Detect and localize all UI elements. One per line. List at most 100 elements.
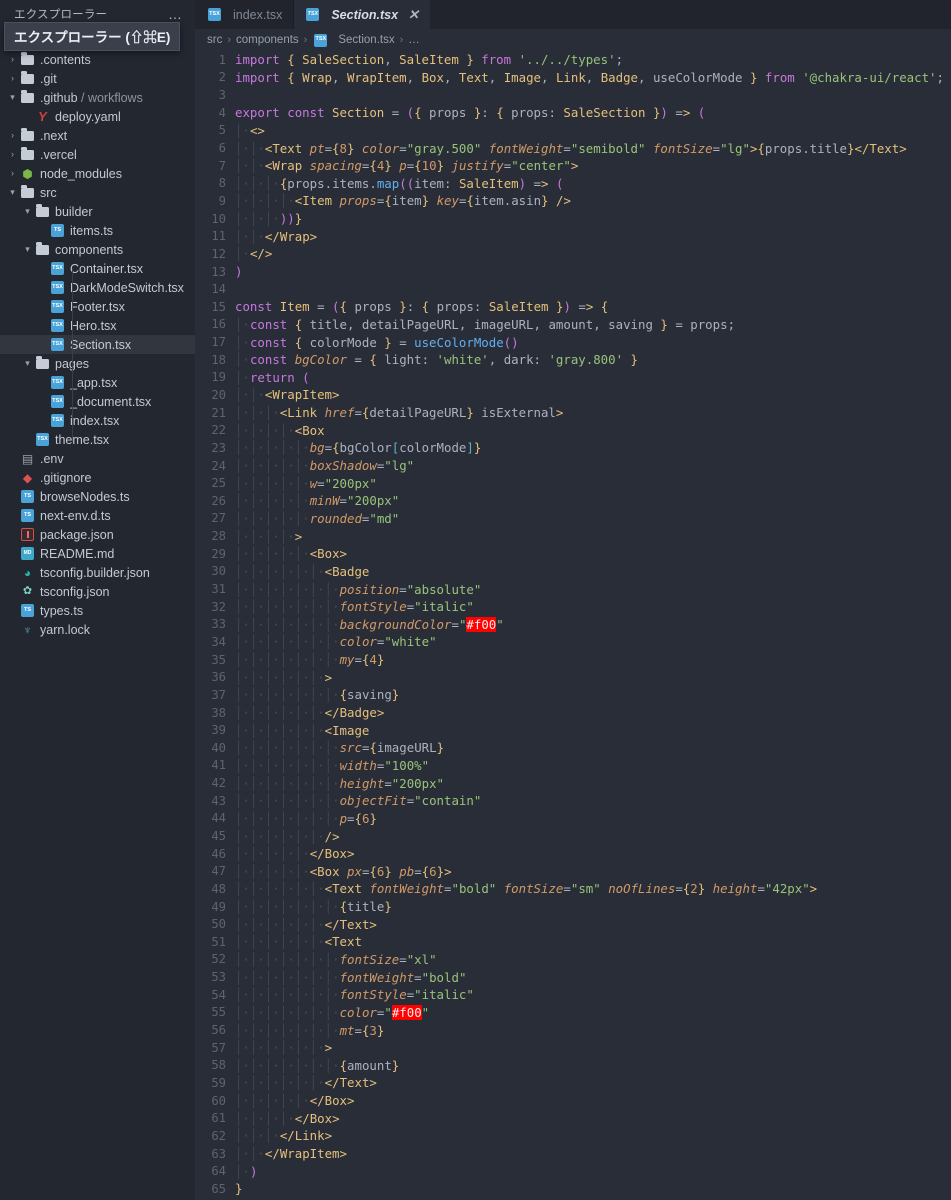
- breadcrumb-part[interactable]: components: [236, 34, 299, 46]
- tree-item--gitignore[interactable]: ◆ .gitignore: [0, 468, 195, 487]
- tree-item-footer-tsx[interactable]: TSX Footer.tsx: [0, 297, 195, 316]
- code-line[interactable]: 42 │·│·│·│·│·│·│·height="200px": [195, 774, 951, 792]
- chevron-down-icon[interactable]: ▾: [6, 183, 19, 202]
- code-line[interactable]: 52 │·│·│·│·│·│·│·fontSize="xl": [195, 951, 951, 969]
- code-line[interactable]: 62 │·│·│·</Link>: [195, 1127, 951, 1145]
- breadcrumb-part[interactable]: …: [408, 34, 420, 46]
- code-line[interactable]: 8 │·│·│·{props.items.map((item: SaleItem)…: [195, 174, 951, 192]
- code-line[interactable]: 27 │·│·│·│·│·rounded="md": [195, 510, 951, 528]
- tree-item-tsconfig-builder-json[interactable]: ◕ tsconfig.builder.json: [0, 563, 195, 582]
- chevron-right-icon[interactable]: ›: [6, 126, 19, 145]
- tree-item-items-ts[interactable]: TS items.ts: [0, 221, 195, 240]
- code-line[interactable]: 25 │·│·│·│·│·w="200px": [195, 474, 951, 492]
- tree-item--app-tsx[interactable]: TSX _app.tsx: [0, 373, 195, 392]
- code-line[interactable]: 21 │·│·│·<Link href={detailPageURL} isExt…: [195, 404, 951, 422]
- code-line[interactable]: 40 │·│·│·│·│·│·│·src={imageURL}: [195, 739, 951, 757]
- code-line[interactable]: 17 │·const { colorMode } = useColorMode(): [195, 333, 951, 351]
- code-line[interactable]: 5 │·<>: [195, 122, 951, 140]
- code-line[interactable]: 22 │·│·│·│·<Box: [195, 421, 951, 439]
- chevron-right-icon[interactable]: ›: [6, 145, 19, 164]
- code-line[interactable]: 38 │·│·│·│·│·│·</Badge>: [195, 704, 951, 722]
- tree-item-readme-md[interactable]: MD README.md: [0, 544, 195, 563]
- code-line[interactable]: 46 │·│·│·│·│·</Box>: [195, 845, 951, 863]
- code-line[interactable]: 56 │·│·│·│·│·│·│·mt={3}: [195, 1021, 951, 1039]
- code-line[interactable]: 37 │·│·│·│·│·│·│·{saving}: [195, 686, 951, 704]
- code-line[interactable]: 43 │·│·│·│·│·│·│·objectFit="contain": [195, 792, 951, 810]
- tree-item-builder[interactable]: ▾ builder: [0, 202, 195, 221]
- code-line[interactable]: 2 import { Wrap, WrapItem, Box, Text, Ima…: [195, 69, 951, 87]
- tree-item--git[interactable]: › .git: [0, 69, 195, 88]
- tree-item-tsconfig-json[interactable]: ✿ tsconfig.json: [0, 582, 195, 601]
- code-line[interactable]: 28 │·│·│·│·>: [195, 527, 951, 545]
- tree-item-deploy-yaml[interactable]: Ydeploy.yaml: [0, 107, 195, 126]
- tree-item--env[interactable]: ▤ .env: [0, 449, 195, 468]
- tree-item-darkmodeswitch-tsx[interactable]: TSX DarkModeSwitch.tsx: [0, 278, 195, 297]
- code-editor[interactable]: 1 import { SaleSection, SaleItem } from '…: [195, 51, 951, 1200]
- chevron-right-icon[interactable]: ›: [6, 50, 19, 69]
- code-line[interactable]: 33 │·│·│·│·│·│·│·backgroundColor="#f00": [195, 616, 951, 634]
- close-icon[interactable]: ✕: [408, 8, 419, 21]
- tree-item-hero-tsx[interactable]: TSX Hero.tsx: [0, 316, 195, 335]
- code-line[interactable]: 59 │·│·│·│·│·│·</Text>: [195, 1074, 951, 1092]
- tree-item-node-modules[interactable]: › ⬢ node_modules: [0, 164, 195, 183]
- code-line[interactable]: 60 │·│·│·│·│·</Box>: [195, 1092, 951, 1110]
- code-line[interactable]: 48 │·│·│·│·│·│·<Text fontWeight="bold" fo…: [195, 880, 951, 898]
- code-line[interactable]: 9 │·│·│·│·<Item props={item} key={item.as…: [195, 192, 951, 210]
- code-line[interactable]: 54 │·│·│·│·│·│·│·fontStyle="italic": [195, 986, 951, 1004]
- code-line[interactable]: 18 │·const bgColor = { light: 'white', da…: [195, 351, 951, 369]
- code-line[interactable]: 58 │·│·│·│·│·│·│·{amount}: [195, 1057, 951, 1075]
- code-line[interactable]: 64 │·): [195, 1162, 951, 1180]
- code-line[interactable]: 36 │·│·│·│·│·│·>: [195, 668, 951, 686]
- tree-item-yarn-lock[interactable]: ♆ yarn.lock: [0, 620, 195, 639]
- tree-item-index-tsx[interactable]: TSX index.tsx: [0, 411, 195, 430]
- code-line[interactable]: 53 │·│·│·│·│·│·│·fontWeight="bold": [195, 968, 951, 986]
- breadcrumb-part[interactable]: Section.tsx: [338, 34, 394, 46]
- code-line[interactable]: 50 │·│·│·│·│·│·</Text>: [195, 915, 951, 933]
- code-line[interactable]: 61 │·│·│·│·</Box>: [195, 1109, 951, 1127]
- tree-item-theme-tsx[interactable]: TSX theme.tsx: [0, 430, 195, 449]
- code-line[interactable]: 44 │·│·│·│·│·│·│·p={6}: [195, 810, 951, 828]
- code-line[interactable]: 47 │·│·│·│·│·<Box px={6} pb={6}>: [195, 862, 951, 880]
- chevron-down-icon[interactable]: ▾: [21, 240, 34, 259]
- code-line[interactable]: 12 │·</>: [195, 245, 951, 263]
- chevron-right-icon[interactable]: ›: [6, 164, 19, 183]
- code-line[interactable]: 39 │·│·│·│·│·│·<Image: [195, 721, 951, 739]
- tree-item-container-tsx[interactable]: TSX Container.tsx: [0, 259, 195, 278]
- tree-item-next-env-d-ts[interactable]: TS next-env.d.ts: [0, 506, 195, 525]
- code-line[interactable]: 4 export const Section = ({ props }: { pr…: [195, 104, 951, 122]
- code-line[interactable]: 35 │·│·│·│·│·│·│·my={4}: [195, 651, 951, 669]
- chevron-down-icon[interactable]: ▾: [6, 88, 19, 107]
- code-line[interactable]: 16 │·const { title, detailPageURL, imageU…: [195, 316, 951, 334]
- tree-item-pages[interactable]: ▾pages: [0, 354, 195, 373]
- tree-item--next[interactable]: › .next: [0, 126, 195, 145]
- tab-section-tsx[interactable]: TSX Section.tsx ✕: [293, 0, 430, 29]
- code-line[interactable]: 19 │·return (: [195, 369, 951, 387]
- tree-item-package-json[interactable]: package.json: [0, 525, 195, 544]
- code-line[interactable]: 1 import { SaleSection, SaleItem } from '…: [195, 51, 951, 69]
- tree-item-src[interactable]: ▾ src: [0, 183, 195, 202]
- more-actions-icon[interactable]: …: [168, 6, 189, 22]
- code-line[interactable]: 3: [195, 86, 951, 104]
- tree-item--contents[interactable]: › .contents: [0, 50, 195, 69]
- code-line[interactable]: 6 │·│·<Text pt={8} color="gray.500" fontW…: [195, 139, 951, 157]
- code-line[interactable]: 65}: [195, 1180, 951, 1198]
- code-line[interactable]: 13): [195, 263, 951, 281]
- tree-item-components[interactable]: ▾ components: [0, 240, 195, 259]
- tab-index-tsx[interactable]: TSX index.tsx: [195, 0, 294, 29]
- code-line[interactable]: 29 │·│·│·│·│·<Box>: [195, 545, 951, 563]
- code-line[interactable]: 23 │·│·│·│·│·bg={bgColor[colorMode]}: [195, 439, 951, 457]
- code-line[interactable]: 34 │·│·│·│·│·│·│·color="white": [195, 633, 951, 651]
- chevron-down-icon[interactable]: ▾: [21, 202, 34, 221]
- chevron-right-icon[interactable]: ›: [6, 69, 19, 88]
- code-line[interactable]: 15 const Item = ({ props }: { props: Sale…: [195, 298, 951, 316]
- tree-item-section-tsx[interactable]: TSX Section.tsx: [0, 335, 195, 354]
- tree-item-types-ts[interactable]: TS types.ts: [0, 601, 195, 620]
- code-line[interactable]: 45 │·│·│·│·│·│·/>: [195, 827, 951, 845]
- code-line[interactable]: 10 │·│·│·))}: [195, 210, 951, 228]
- code-line[interactable]: 49 │·│·│·│·│·│·│·{title}: [195, 898, 951, 916]
- code-line[interactable]: 57 │·│·│·│·│·│·>: [195, 1039, 951, 1057]
- code-line[interactable]: 31 │·│·│·│·│·│·│·position="absolute": [195, 580, 951, 598]
- chevron-down-icon[interactable]: ▾: [21, 354, 34, 373]
- code-line[interactable]: 51 │·│·│·│·│·│·<Text: [195, 933, 951, 951]
- code-line[interactable]: 14: [195, 280, 951, 298]
